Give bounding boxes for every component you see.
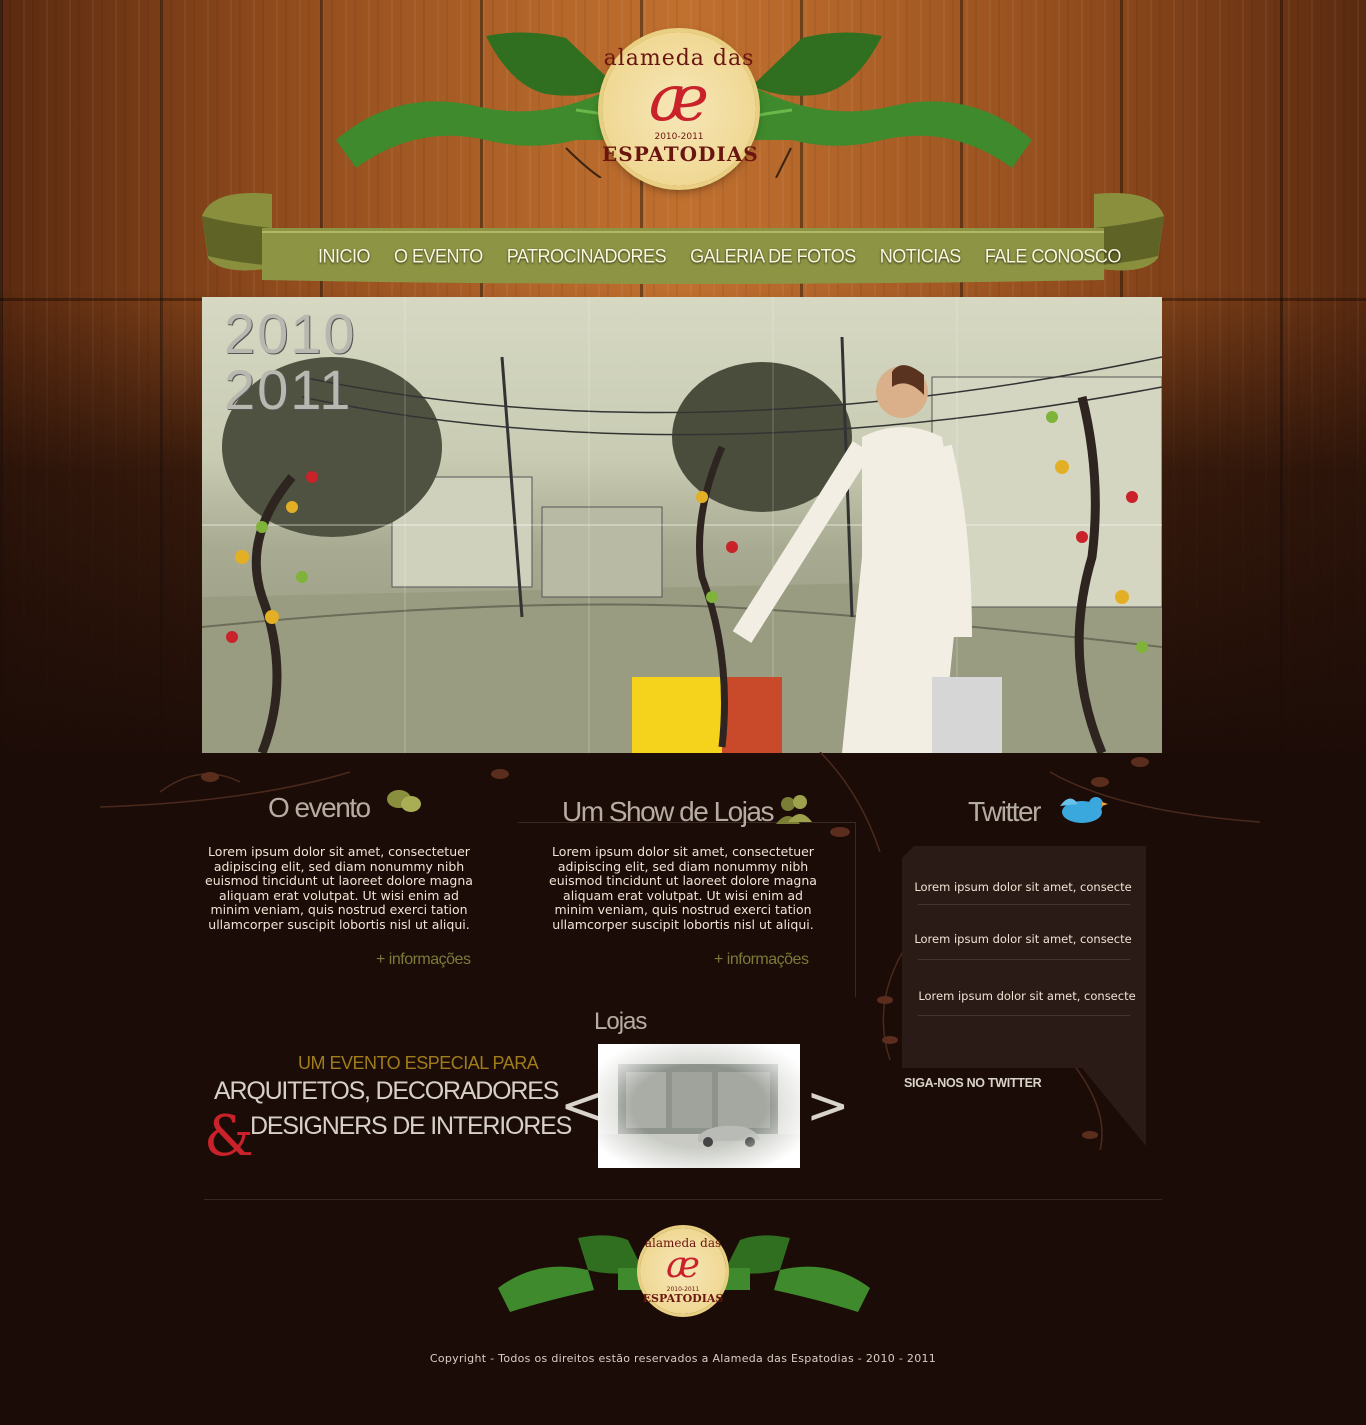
tagline-line2: ARQUITETOS, DECORADORES [214,1077,559,1105]
loja-storefront-image [598,1044,800,1168]
nav-item-fale-conosco[interactable]: FALE CONOSCO [985,245,1122,268]
hero-year-2011: 2011 [224,358,353,421]
tagline-ampersand: & [204,1104,254,1169]
evento-more-link[interactable]: + informações [376,951,471,969]
twitter-bird-icon [1060,797,1108,823]
copyright-text: Copyright - Todos os direitos estão rese… [429,1352,937,1365]
tweet-item[interactable]: Lorem ipsum dolor sit amet, consecte [912,989,1142,1003]
carousel-next-button[interactable]: > [806,1076,850,1136]
main-nav: INICIO O EVENTO PATROCINADORES GALERIA D… [318,242,1145,270]
logo[interactable]: alameda das æ 2010-2011 ESPATODIAS [602,32,759,186]
nav-item-inicio[interactable]: INICIO [318,245,371,268]
users-icon [776,795,812,824]
nav-item-noticias[interactable]: NOTICIAS [880,245,962,268]
tweet-separator [918,959,1130,960]
follow-twitter-link[interactable]: SIGA-NOS NO TWITTER [904,1076,1042,1090]
nav-item-patrocinadores[interactable]: PATROCINADORES [507,245,667,268]
footer-divider [204,1199,1162,1200]
tweet-separator [918,904,1130,905]
nav-item-galeria-de-fotos[interactable]: GALERIA DE FOTOS [690,245,856,268]
footer-logo[interactable]: alameda das æ 2010-2011 ESPATODIAS [640,1228,726,1314]
footer-logo-title-bottom: ESPATODIAS [642,1292,724,1305]
tagline-line3: DESIGNERS DE INTERIORES [250,1112,572,1140]
nav-item-o-evento[interactable]: O EVENTO [394,245,483,268]
evento-title: O evento [268,792,371,823]
show-text: Lorem ipsum dolor sit amet, consectetuer… [549,844,817,932]
tagline-line1: UM EVENTO ESPECIAL PARA [298,1053,539,1073]
nav-ribbon-decoration [202,192,1164,284]
logo-title-bottom: ESPATODIAS [602,142,759,166]
twitter-title: Twitter [968,796,1041,827]
hero-banner: 2010 2011 [202,297,1162,753]
show-more-link[interactable]: + informações [714,951,809,969]
lojas-title: Lojas [594,1008,647,1035]
logo-years: 2010-2011 [654,132,704,142]
tweet-item[interactable]: Lorem ipsum dolor sit amet, consecte [908,880,1138,894]
show-title: Um Show de Lojas [562,796,775,827]
footer-logo-monogram: æ [666,1245,700,1286]
tweet-item[interactable]: Lorem ipsum dolor sit amet, consecte [908,932,1138,946]
chat-bubbles-icon [387,790,421,812]
tweet-separator [918,1015,1130,1016]
divider-line-vertical [855,822,856,997]
logo-monogram: æ [648,62,710,136]
evento-text: Lorem ipsum dolor sit amet, consectetuer… [205,844,473,932]
loja-photo[interactable] [598,1044,800,1168]
